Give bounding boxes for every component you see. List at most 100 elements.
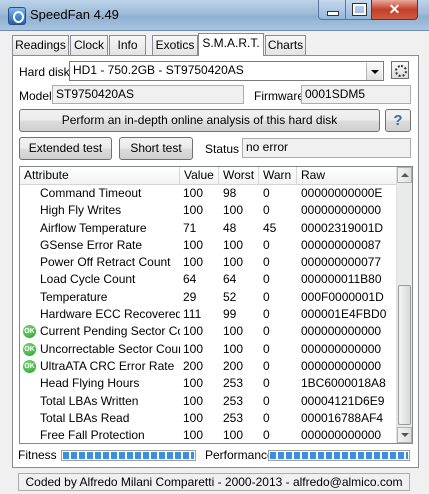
tab-charts[interactable]: Charts <box>265 35 306 55</box>
cell-attribute: High Fly Writes <box>40 203 122 218</box>
cell-value: 100 <box>183 428 204 443</box>
cell-attribute: Airflow Temperature <box>40 220 147 235</box>
table-row[interactable]: OK Uncorrectable Sector Count 100 100 0 00000… <box>20 341 396 358</box>
vertical-scrollbar[interactable] <box>396 167 412 443</box>
cell-warn: 0 <box>263 255 270 270</box>
cell-attribute: Free Fall Protection <box>40 428 145 443</box>
cell-attribute: Current Pending Sector Co... <box>40 324 180 339</box>
speedfan-window: SpeedFan 4.49 ✕ Readings Clock Info Exot… <box>0 0 429 494</box>
help-question-icon[interactable]: ? <box>385 109 411 132</box>
cell-worst: 100 <box>223 428 244 443</box>
table-row[interactable]: Head Flying Hours 100 253 0 1BC6000018A8 <box>20 375 396 392</box>
column-header-raw[interactable]: Raw <box>297 167 396 184</box>
cell-worst: 100 <box>223 255 244 270</box>
cell-raw: 000000000000 <box>301 324 382 339</box>
maximize-icon <box>352 3 367 16</box>
minimize-icon <box>327 11 339 16</box>
tab-info[interactable]: Info <box>109 35 146 55</box>
cell-value: 111 <box>183 307 202 322</box>
table-row[interactable]: Power Off Retract Count 100 100 0 0000000000… <box>20 254 396 271</box>
column-header-worst[interactable]: Worst <box>219 167 259 184</box>
rescan-disk-icon[interactable] <box>391 61 409 79</box>
cell-worst: 100 <box>223 237 244 252</box>
tab-smart[interactable]: S.M.A.R.T. <box>198 33 264 56</box>
table-body: Command Timeout 100 98 0 00000000000E High Fl… <box>20 185 396 443</box>
tab-readings[interactable]: Readings <box>12 35 69 55</box>
scrollbar-thumb[interactable] <box>398 285 411 425</box>
table-row[interactable]: Total LBAs Read 100 253 0 000016788AF4 <box>20 410 396 427</box>
cell-raw: 000000000077 <box>301 255 382 270</box>
table-row[interactable]: Command Timeout 100 98 0 00000000000E <box>20 185 396 202</box>
close-icon: ✕ <box>388 1 401 17</box>
cell-warn: 0 <box>263 237 270 252</box>
tab-exotics[interactable]: Exotics <box>152 35 198 55</box>
smart-attributes-table[interactable]: Attribute Value Worst Warn Raw Command T… <box>19 166 413 444</box>
table-row[interactable]: Hardware ECC Recovered 111 99 0 000001E4FBD0 <box>20 306 396 323</box>
fitness-meter-fill <box>63 452 194 459</box>
table-row[interactable]: Total LBAs Written 100 253 0 00004121D6E9 <box>20 393 396 410</box>
cell-attribute: GSense Error Rate <box>40 237 143 252</box>
model-field: ST9750420AS <box>52 85 244 104</box>
cell-raw: 000000011B80 <box>301 272 382 287</box>
hard-disk-select[interactable]: HD1 - 750.2GB - ST9750420AS <box>69 61 384 81</box>
cell-warn: 0 <box>263 410 270 425</box>
cell-value: 64 <box>183 272 197 287</box>
cell-value: 100 <box>183 237 204 252</box>
cell-worst: 52 <box>223 289 237 304</box>
column-header-attribute[interactable]: Attribute <box>20 167 180 184</box>
cell-raw: 000001E4FBD0 <box>301 307 387 322</box>
ok-status-icon: OK <box>23 342 36 356</box>
table-row[interactable]: High Fly Writes 100 100 0 000000000000 <box>20 202 396 219</box>
cell-raw: 000F0000001D <box>301 289 384 304</box>
cell-worst: 98 <box>223 186 237 200</box>
cell-value: 100 <box>183 186 204 200</box>
ok-status-icon: OK <box>23 359 36 373</box>
short-test-button[interactable]: Short test <box>119 137 193 160</box>
tab-clock[interactable]: Clock <box>70 35 108 55</box>
table-row[interactable]: OK UltraATA CRC Error Rate 200 200 0 00000000… <box>20 358 396 375</box>
extended-test-button[interactable]: Extended test <box>19 137 112 160</box>
table-row[interactable]: OK Current Pending Sector Co... 100 100 0 000… <box>20 323 396 340</box>
firmware-label: Firmware <box>254 89 304 103</box>
cell-attribute: Temperature <box>40 289 108 304</box>
model-label: Model <box>19 89 52 103</box>
cell-attribute: Total LBAs Written <box>40 393 139 408</box>
table-row[interactable]: GSense Error Rate 100 100 0 000000000087 <box>20 237 396 254</box>
cell-attribute: Hardware ECC Recovered <box>40 307 180 322</box>
scroll-down-icon[interactable] <box>397 427 412 443</box>
table-row[interactable]: Temperature 29 52 0 000F0000001D <box>20 289 396 306</box>
table-row[interactable]: Free Fall Protection 100 100 0 000000000000 <box>20 427 396 443</box>
performance-meter <box>268 450 410 461</box>
column-header-warn[interactable]: Warn <box>259 167 297 184</box>
cell-raw: 00002319001D <box>301 220 384 235</box>
cell-warn: 45 <box>263 220 277 235</box>
cell-worst: 100 <box>223 324 244 339</box>
firmware-field: 0001SDM5 <box>301 85 411 104</box>
cell-warn: 0 <box>263 186 270 200</box>
cell-attribute: Head Flying Hours <box>40 376 140 391</box>
cell-worst: 200 <box>223 358 244 373</box>
fitness-label: Fitness <box>18 448 57 462</box>
cell-value: 200 <box>183 358 204 373</box>
fitness-meter <box>61 450 196 461</box>
column-header-value[interactable]: Value <box>180 167 219 184</box>
cell-raw: 000000000000 <box>301 358 382 373</box>
cell-worst: 253 <box>223 376 244 391</box>
online-analysis-button[interactable]: Perform an in-depth online analysis of t… <box>19 109 380 132</box>
cell-value: 100 <box>183 376 204 391</box>
table-header: Attribute Value Worst Warn Raw <box>20 167 396 185</box>
scroll-up-icon[interactable] <box>397 167 412 183</box>
hard-disk-selected: HD1 - 750.2GB - ST9750420AS <box>73 63 244 77</box>
minimize-button[interactable] <box>318 0 346 20</box>
cell-value: 100 <box>183 393 204 408</box>
chevron-down-icon[interactable] <box>366 63 382 80</box>
table-row[interactable]: Load Cycle Count 64 64 0 000000011B80 <box>20 271 396 288</box>
title-bar[interactable]: SpeedFan 4.49 ✕ <box>0 0 429 31</box>
table-row[interactable]: Airflow Temperature 71 48 45 00002319001D <box>20 220 396 237</box>
maximize-button[interactable] <box>345 0 372 20</box>
cell-attribute: Load Cycle Count <box>40 272 136 287</box>
close-button[interactable]: ✕ <box>371 0 418 20</box>
cell-value: 100 <box>183 410 204 425</box>
hard-disk-label: Hard disk <box>19 65 70 79</box>
cell-warn: 0 <box>263 341 270 356</box>
